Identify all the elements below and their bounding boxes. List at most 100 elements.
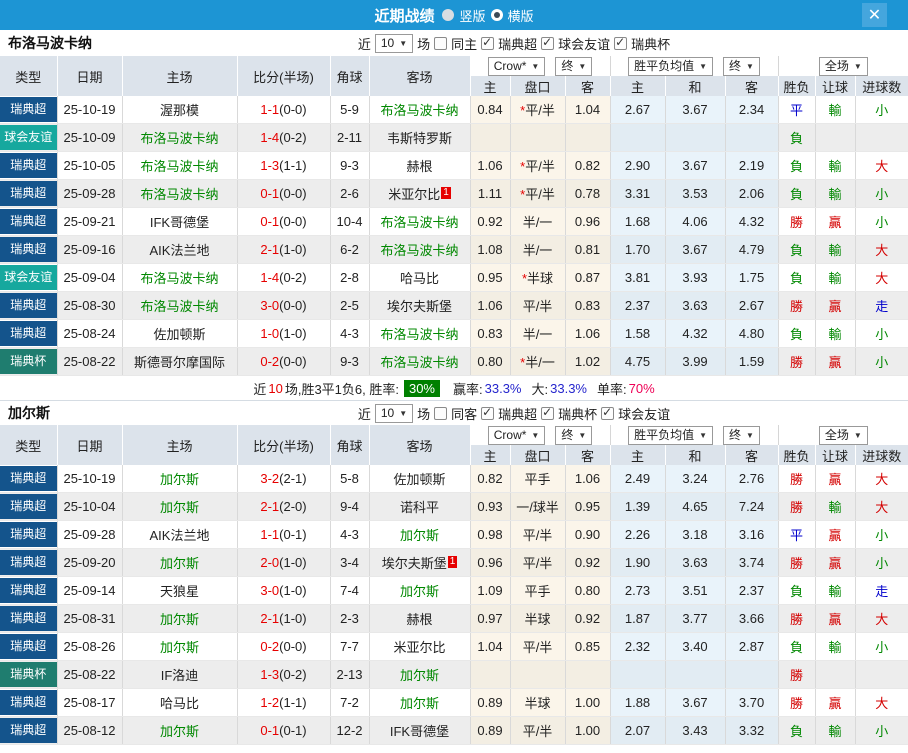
result-goals: 小 (855, 179, 908, 208)
avg-away: 3.32 (725, 716, 779, 745)
halftime-score: (0-0) (279, 298, 307, 313)
result-winloss: 平 (778, 520, 816, 549)
match-date: 25-08-31 (57, 604, 123, 633)
match-date: 25-10-19 (57, 96, 123, 124)
same-venue-checkbox[interactable] (434, 36, 448, 50)
league-checkbox-label-1[interactable]: 瑞典超 (498, 404, 537, 423)
corner-score: 7-2 (330, 688, 370, 717)
games-count-select[interactable]: 10 (374, 33, 414, 53)
result-winloss: 勝 (778, 660, 816, 689)
table-row: 球会友谊 25-09-04 布洛马波卡纳 1-4(0-2) 2-8 哈马比 0.… (0, 263, 908, 292)
table-row: 瑞典超 25-09-16 AIK法兰地 2-1(1-0) 6-2 布洛马波卡纳 … (0, 235, 908, 264)
away-team: 布洛马波卡纳 (369, 347, 471, 376)
league-checkbox-1[interactable] (481, 35, 495, 50)
fullmatch-select[interactable]: 全场 (818, 425, 868, 445)
league-badge: 瑞典超 (0, 293, 56, 318)
league-badge: 瑞典超 (0, 606, 56, 631)
final-odds-select-1[interactable]: 终 (555, 56, 593, 76)
league-checkbox-label-1[interactable]: 瑞典超 (498, 34, 537, 53)
same-venue-checkbox[interactable] (434, 406, 448, 420)
avg-away: 4.32 (725, 207, 779, 236)
league-checkbox-2[interactable] (541, 35, 555, 50)
games-count-select[interactable]: 10 (374, 403, 414, 423)
result-winloss: 負 (778, 179, 816, 208)
corner-score: 5-9 (330, 96, 370, 124)
handicap: 平/半 (510, 520, 566, 549)
table-row: 瑞典超 25-08-30 布洛马波卡纳 3-0(0-0) 2-5 埃尔夫斯堡 1… (0, 291, 908, 320)
home-team: IF洛迪 (122, 660, 238, 689)
home-odds: 1.09 (470, 576, 511, 605)
vertical-radio-icon[interactable] (442, 9, 455, 21)
avg-draw: 3.40 (665, 632, 726, 661)
league-checkbox-label-2[interactable]: 球会友谊 (558, 34, 610, 53)
league-checkbox-3[interactable] (601, 405, 615, 420)
bookmaker-select[interactable]: Crow* (487, 56, 546, 76)
close-button[interactable]: ✕ (862, 3, 887, 27)
halftime-score: (1-0) (279, 242, 307, 257)
avg-away: 2.76 (725, 465, 779, 493)
table-row: 瑞典杯 25-08-22 IF洛迪 1-3(0-2) 2-13 加尔斯 勝 (0, 660, 908, 689)
league-checkbox-label-3[interactable]: 球会友谊 (618, 404, 670, 423)
league-type-cell: 瑞典超 (0, 235, 58, 264)
fulltime-score: 1-3 (260, 667, 280, 682)
league-checkbox-3[interactable] (614, 35, 628, 50)
same-venue-label[interactable]: 同主 (451, 34, 477, 53)
bookmaker-select[interactable]: Crow* (487, 425, 546, 445)
horizontal-radio-icon[interactable] (490, 9, 503, 21)
win-rate-badge: 30% (403, 379, 440, 397)
away-odds: 0.92 (565, 604, 611, 633)
handicap: 平/半 (510, 291, 566, 320)
league-type-cell: 瑞典杯 (0, 347, 58, 376)
halftime-score: (0-1) (279, 527, 307, 542)
away-team: 韦斯特罗斯 (369, 123, 471, 152)
league-type-cell: 瑞典超 (0, 548, 58, 577)
corner-score: 12-2 (330, 716, 370, 745)
avg-away: 3.74 (725, 548, 779, 577)
match-date: 25-08-22 (57, 660, 123, 689)
avg-odds-select[interactable]: 胜平负均值 (628, 425, 714, 445)
final-odds-select-2[interactable]: 终 (723, 56, 760, 76)
home-team: 布洛马波卡纳 (122, 123, 238, 152)
away-team: 埃尔夫斯堡 (369, 291, 471, 320)
league-checkbox-2[interactable] (541, 405, 555, 420)
table-row: 瑞典超 25-09-28 AIK法兰地 1-1(0-1) 4-3 加尔斯 0.9… (0, 520, 908, 549)
league-checkbox-label-2[interactable]: 瑞典杯 (558, 404, 597, 423)
avg-away: 1.75 (725, 263, 779, 292)
match-date: 25-10-05 (57, 151, 123, 180)
home-odds: 0.82 (470, 465, 511, 493)
col-score: 比分(半场) (237, 425, 331, 465)
home-team: 哈马比 (122, 688, 238, 717)
fullmatch-select[interactable]: 全场 (818, 56, 868, 76)
match-date: 25-08-12 (57, 716, 123, 745)
result-handicap: 輸 (815, 632, 856, 661)
away-odds: 0.92 (565, 548, 611, 577)
final-odds-select-1[interactable]: 终 (555, 425, 593, 445)
home-odds: 0.95 (470, 263, 511, 292)
score: 1-0(1-0) (237, 319, 331, 348)
same-venue-label[interactable]: 同客 (451, 404, 477, 423)
col-type: 类型 (0, 425, 58, 465)
avg-home: 1.88 (610, 688, 666, 717)
avg-away: 3.66 (725, 604, 779, 633)
horizontal-radio-label[interactable]: 横版 (508, 6, 534, 25)
final-odds-select-2[interactable]: 终 (723, 425, 760, 445)
result-winloss: 勝 (778, 548, 816, 577)
league-checkbox-1[interactable] (481, 405, 495, 420)
avg-odds-select[interactable]: 胜平负均值 (628, 56, 714, 76)
league-type-cell: 瑞典超 (0, 632, 58, 661)
avg-away: 2.06 (725, 179, 779, 208)
home-team: 加尔斯 (122, 604, 238, 633)
vertical-radio-label[interactable]: 竖版 (459, 6, 485, 25)
table-row: 瑞典超 25-09-21 IFK哥德堡 0-1(0-0) 10-4 布洛马波卡纳… (0, 207, 908, 236)
avg-draw: 3.77 (665, 604, 726, 633)
table-row: 瑞典超 25-08-12 加尔斯 0-1(0-1) 12-2 IFK哥德堡 0.… (0, 716, 908, 745)
away-odds (565, 660, 611, 689)
halftime-score: (1-1) (279, 158, 307, 173)
league-checkbox-label-3[interactable]: 瑞典杯 (631, 34, 670, 53)
col-home: 主场 (122, 425, 238, 465)
fulltime-score: 2-1 (260, 242, 280, 257)
match-date: 25-09-14 (57, 576, 123, 605)
avg-draw: 4.06 (665, 207, 726, 236)
result-handicap: 輸 (815, 319, 856, 348)
result-goals: 大 (855, 688, 908, 717)
